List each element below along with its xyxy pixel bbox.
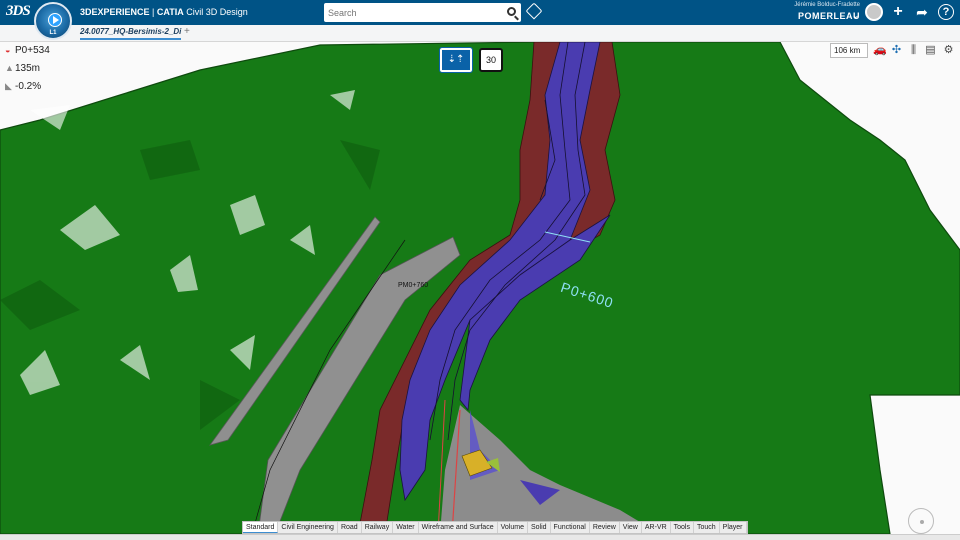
action-tab-tools[interactable]: Tools	[671, 522, 694, 533]
station-indicator: ◒ P0+534	[5, 45, 50, 56]
gear-icon[interactable]: ⚙	[942, 44, 955, 57]
action-tab-touch[interactable]: Touch	[694, 522, 720, 533]
brand-prefix: 3DEXPERIENCE	[80, 7, 150, 17]
elevation-indicator: ▲135m	[5, 63, 40, 74]
action-tab-view[interactable]: View	[620, 522, 642, 533]
action-tab-functional[interactable]: Functional	[551, 522, 590, 533]
action-bar: Standard Civil Engineering Road Railway Wate…	[242, 521, 748, 534]
slope-value: -0.2%	[15, 81, 42, 92]
3d-viewport[interactable]: P0+600 PM0+760	[0, 42, 960, 534]
avatar[interactable]	[865, 3, 883, 21]
action-tab-player[interactable]: Player	[720, 522, 747, 533]
document-tab-bar: 24.0077_HQ-Bersimis-2_Di + ⤡	[0, 25, 960, 65]
tenant-selector[interactable]: POMERLEAU	[798, 11, 860, 21]
action-tab-railway[interactable]: Railway	[362, 522, 394, 533]
action-tab-water[interactable]: Water	[393, 522, 419, 533]
action-tab-ar-vr[interactable]: AR-VR	[642, 522, 671, 533]
chevron-down-icon[interactable]: ⌄	[852, 10, 860, 21]
add-tab-button[interactable]: +	[184, 26, 190, 37]
action-tab-road[interactable]: Road	[338, 522, 362, 533]
action-tab-volume[interactable]: Volume	[498, 522, 528, 533]
mountain-icon: ▲	[5, 63, 14, 73]
status-strip	[0, 534, 960, 540]
3ds-logo[interactable]: 3DS	[6, 3, 31, 20]
search-icon[interactable]	[507, 7, 516, 16]
brand-app: CATIA	[156, 7, 184, 17]
terrain-scene	[0, 42, 960, 534]
action-tab-review[interactable]: Review	[590, 522, 620, 533]
user-name: Jérémie Bolduc-Fradette	[794, 2, 860, 8]
action-tab-wireframe-and-surface[interactable]: Wireframe and Surface	[419, 522, 498, 533]
share-icon[interactable]: ➦	[913, 3, 931, 21]
app-title: 3DEXPERIENCE | CATIA Civil 3D Design	[80, 7, 248, 17]
slope-indicator: ◣ -0.2%	[5, 81, 41, 92]
elevation-value: 135m	[15, 63, 41, 74]
help-icon[interactable]: ?	[938, 4, 954, 20]
action-tab-solid[interactable]: Solid	[528, 522, 551, 533]
speed-limit-sign[interactable]: 30	[479, 48, 503, 72]
car-icon[interactable]: 🚗	[873, 44, 887, 57]
flag-icon: ◒	[5, 45, 11, 55]
plus-icon[interactable]: +	[889, 3, 907, 21]
compass-widget[interactable]: L1	[34, 2, 72, 40]
search-input[interactable]	[324, 3, 494, 23]
distance-field[interactable]: 106 km	[830, 43, 868, 58]
brand-role: Civil 3D Design	[186, 7, 248, 17]
brand-separator: |	[149, 7, 157, 17]
play-icon[interactable]	[48, 13, 62, 27]
profile-marker-label: PM0+760	[398, 282, 429, 289]
station-value: P0+534	[15, 45, 50, 56]
tab-document[interactable]: 24.0077_HQ-Bersimis-2_Di	[80, 27, 182, 40]
search-box	[324, 3, 521, 23]
action-tab-standard[interactable]: Standard	[243, 522, 279, 533]
drone-icon[interactable]: ✣	[890, 44, 903, 57]
top-bar: 3DS L1 3DEXPERIENCE | CATIA Civil 3D Des…	[0, 0, 960, 40]
compass-level-label: L1	[49, 30, 57, 36]
bridge-icon[interactable]: ⫼	[907, 44, 920, 57]
action-tab-civil-engineering[interactable]: Civil Engineering	[278, 522, 338, 533]
direction-toggle-button[interactable]: ⇣⇡	[439, 47, 473, 73]
settings-panel-icon[interactable]: ▤	[924, 44, 937, 57]
tag-icon[interactable]	[525, 2, 543, 20]
slope-icon: ◣	[5, 81, 12, 91]
orientation-gizmo-icon[interactable]	[908, 508, 934, 534]
